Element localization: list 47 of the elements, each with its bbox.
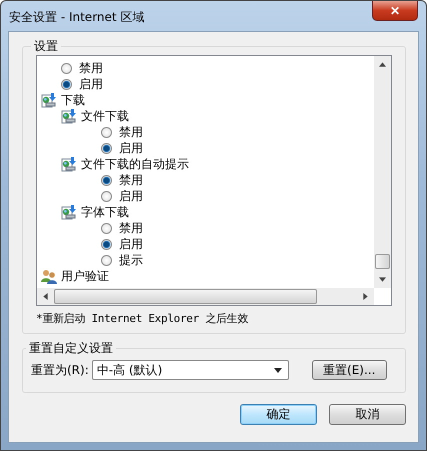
- option-label: 禁用: [79, 60, 103, 76]
- radio-button[interactable]: [101, 174, 112, 186]
- settings-page-icon: [61, 108, 77, 124]
- dialog-button[interactable]: 取消: [329, 404, 406, 425]
- option-label: 禁用: [119, 172, 143, 188]
- right-arrow-icon[interactable]: [363, 293, 368, 300]
- group-label: 重置自定义设置: [28, 340, 114, 357]
- scroll-thumb[interactable]: [375, 254, 390, 269]
- group-label: 设置: [33, 38, 59, 55]
- option-label: 禁用: [119, 220, 143, 236]
- scroll-thumb[interactable]: [54, 289, 317, 304]
- horizontal-scrollbar[interactable]: [37, 288, 374, 305]
- radio-button[interactable]: [101, 142, 112, 154]
- reset-button[interactable]: 重置(E)...: [312, 360, 387, 380]
- settings-page-icon: [61, 204, 77, 220]
- radio-button[interactable]: [101, 126, 112, 138]
- option-label: 启用: [79, 76, 103, 92]
- option-label: 禁用: [119, 124, 143, 140]
- setting-label: 文件下载: [81, 108, 129, 124]
- close-button[interactable]: ✕: [372, 1, 418, 21]
- setting-label: 文件下载的自动提示: [81, 156, 189, 172]
- radio-button[interactable]: [101, 222, 112, 234]
- option-label: 启用: [119, 236, 143, 252]
- level-dropdown[interactable]: 中-高 (默认): [92, 360, 289, 380]
- option-label: 启用: [119, 188, 143, 204]
- setting-label: 字体下载: [81, 204, 129, 220]
- radio-button[interactable]: [61, 78, 72, 90]
- restart-note: *重新启动 Internet Explorer 之后生效: [36, 311, 250, 326]
- reset-label: 重置为(R):: [31, 362, 89, 378]
- up-arrow-icon[interactable]: [379, 62, 386, 67]
- radio-button[interactable]: [101, 254, 112, 266]
- settings-page-icon: [41, 92, 57, 108]
- caret-icon: [274, 368, 282, 372]
- radio-button[interactable]: [61, 62, 72, 74]
- radio-button[interactable]: [101, 190, 112, 202]
- radio-button[interactable]: [101, 238, 112, 250]
- setting-label: 用户验证: [61, 268, 109, 284]
- option-label: 提示: [119, 252, 143, 268]
- left-arrow-icon[interactable]: [43, 293, 48, 300]
- setting-label: 下载: [61, 92, 85, 108]
- window-title: 安全设置 - Internet 区域: [9, 9, 144, 26]
- dialog-button[interactable]: 确定: [240, 404, 317, 425]
- option-label: 启用: [119, 140, 143, 156]
- users-icon: [41, 268, 57, 284]
- down-arrow-icon[interactable]: [379, 277, 386, 282]
- vertical-scrollbar[interactable]: [374, 56, 391, 288]
- settings-page-icon: [61, 156, 77, 172]
